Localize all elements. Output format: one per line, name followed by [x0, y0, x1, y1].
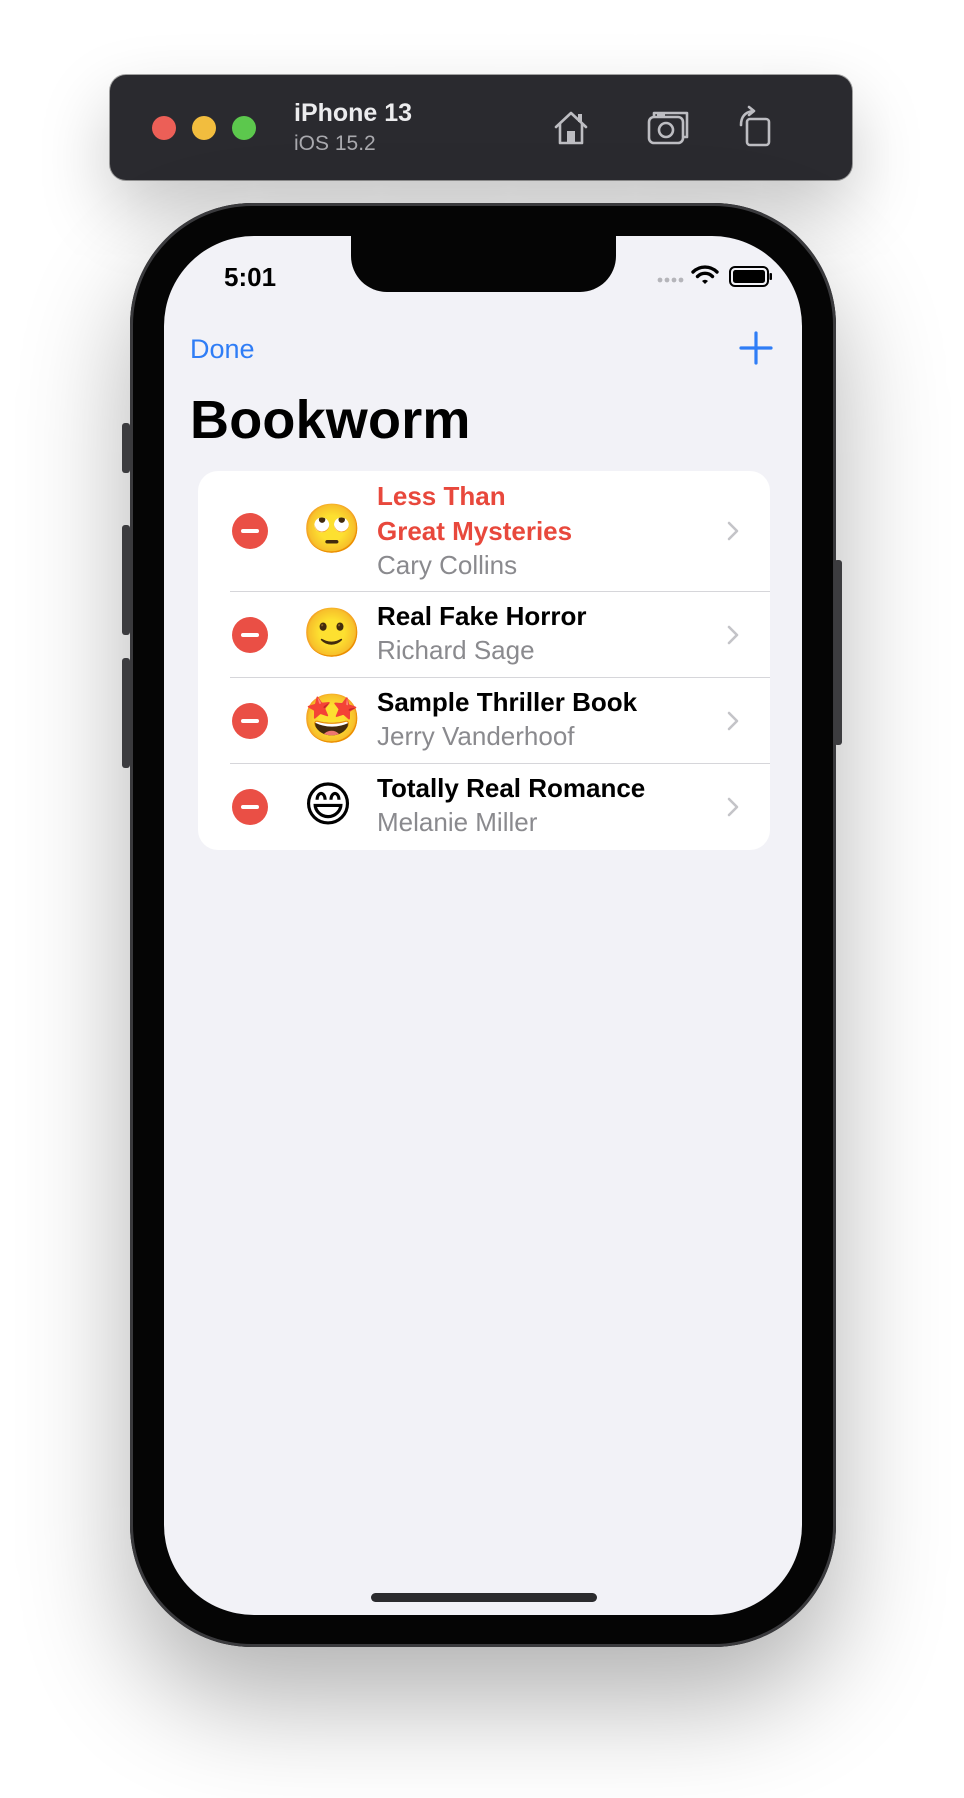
- page-title: Bookworm: [190, 390, 471, 450]
- book-title: Real Fake Horror: [377, 601, 587, 631]
- home-icon[interactable]: [548, 105, 594, 151]
- book-author: Cary Collins: [377, 550, 518, 580]
- chevron-right-icon: [727, 711, 739, 731]
- status-time: 5:01: [224, 262, 277, 292]
- simulator-stage: iPhone 13 iOS 15.2 5:01 Done Bookworm 🙄 …: [0, 0, 964, 1798]
- delete-minus-icon[interactable]: [232, 617, 268, 653]
- delete-minus-icon[interactable]: [232, 789, 268, 825]
- phone-screen: 5:01 Done Bookworm 🙄 Less Than Great Mys…: [164, 236, 802, 1615]
- book-title: Totally Real Romance: [377, 773, 646, 803]
- book-author: Richard Sage: [377, 635, 535, 665]
- book-title-line-2: Great Mysteries: [377, 516, 573, 546]
- device-name: iPhone 13: [294, 99, 413, 127]
- minimize-window-button[interactable]: [192, 116, 216, 140]
- delete-minus-icon[interactable]: [232, 513, 268, 549]
- rating-emoji: 🙄: [302, 503, 362, 556]
- chevron-right-icon: [727, 797, 739, 817]
- wifi-icon: [691, 265, 719, 284]
- chevron-right-icon: [727, 625, 739, 645]
- book-list: 🙄 Less Than Great Mysteries Cary Collins…: [198, 471, 770, 850]
- cellular-signal-icon: [657, 277, 684, 283]
- close-window-button[interactable]: [152, 116, 176, 140]
- screenshot-icon[interactable]: [645, 105, 691, 151]
- rating-emoji: 🙂: [302, 607, 362, 660]
- chevron-right-icon: [727, 521, 739, 541]
- volume-up-button: [122, 525, 130, 635]
- book-row[interactable]: 🙄 Less Than Great Mysteries Cary Collins: [198, 471, 770, 592]
- rotate-icon[interactable]: [733, 105, 779, 151]
- zoom-window-button[interactable]: [232, 116, 256, 140]
- book-title-line-1: Less Than: [377, 481, 506, 511]
- rating-emoji: 🤩: [302, 693, 362, 746]
- book-row[interactable]: 😄 Totally Real Romance Melanie Miller: [198, 764, 770, 850]
- mute-switch: [122, 423, 130, 473]
- simulator-toolbar: iPhone 13 iOS 15.2: [110, 75, 852, 180]
- add-book-button[interactable]: [738, 330, 774, 366]
- battery-icon: [729, 266, 772, 287]
- book-title: Sample Thriller Book: [377, 687, 638, 717]
- volume-down-button: [122, 658, 130, 768]
- os-version: iOS 15.2: [294, 132, 376, 155]
- status-icons: [656, 264, 774, 288]
- book-row[interactable]: 🙂 Real Fake Horror Richard Sage: [198, 592, 770, 678]
- power-button: [834, 560, 842, 745]
- book-row[interactable]: 🤩 Sample Thriller Book Jerry Vanderhoof: [198, 678, 770, 764]
- delete-minus-icon[interactable]: [232, 703, 268, 739]
- home-indicator[interactable]: [371, 1593, 597, 1602]
- done-button[interactable]: Done: [190, 334, 255, 365]
- book-author: Melanie Miller: [377, 807, 538, 837]
- book-author: Jerry Vanderhoof: [377, 721, 575, 751]
- rating-emoji: 😄: [302, 779, 354, 832]
- notch: [351, 236, 616, 292]
- plus-icon: [739, 331, 773, 365]
